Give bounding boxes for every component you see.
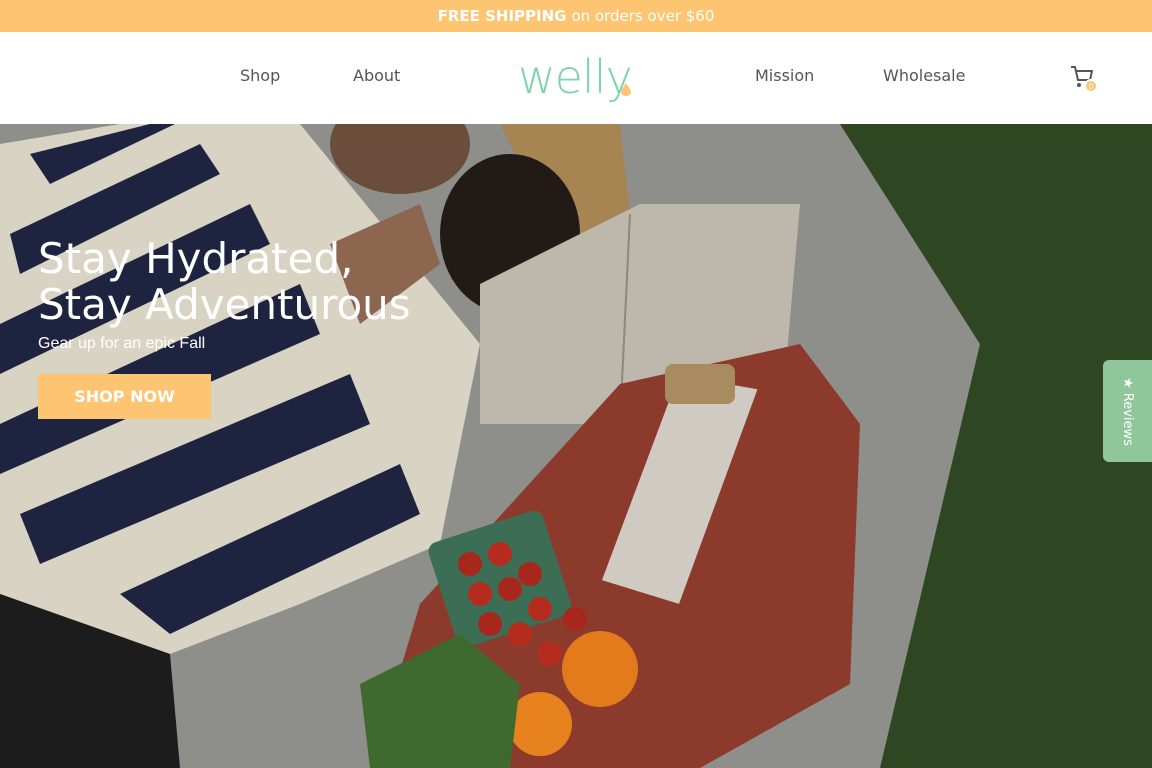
promo-banner: FREE SHIPPING on orders over $60 [0, 0, 1152, 32]
hero-image [0, 124, 1152, 768]
nav-link-shop[interactable]: Shop [240, 66, 280, 85]
hero-banner: Stay Hydrated, Stay Adventurous Gear up … [0, 124, 1152, 768]
logo-drop-icon [621, 83, 631, 96]
hero-title: Stay Hydrated, Stay Adventurous [38, 234, 411, 329]
promo-text: on orders over $60 [571, 7, 715, 25]
nav-link-mission[interactable]: Mission [755, 66, 814, 85]
star-icon: ★ [1120, 376, 1135, 389]
reviews-tab[interactable]: ★ Reviews [1103, 360, 1152, 462]
reviews-label: Reviews [1120, 392, 1135, 446]
hero-subtitle: Gear up for an epic Fall [38, 335, 206, 352]
promo-bold-text: FREE SHIPPING [437, 7, 567, 25]
nav-link-wholesale[interactable]: Wholesale [883, 66, 965, 85]
site-header: Shop About welly Mission Wholesale 0 [0, 32, 1152, 124]
logo[interactable]: welly [518, 50, 633, 104]
cart-button[interactable]: 0 [1068, 62, 1102, 96]
shop-now-button[interactable]: SHOP NOW [38, 374, 211, 419]
nav-link-about[interactable]: About [353, 66, 400, 85]
cart-count-badge: 0 [1084, 79, 1098, 93]
